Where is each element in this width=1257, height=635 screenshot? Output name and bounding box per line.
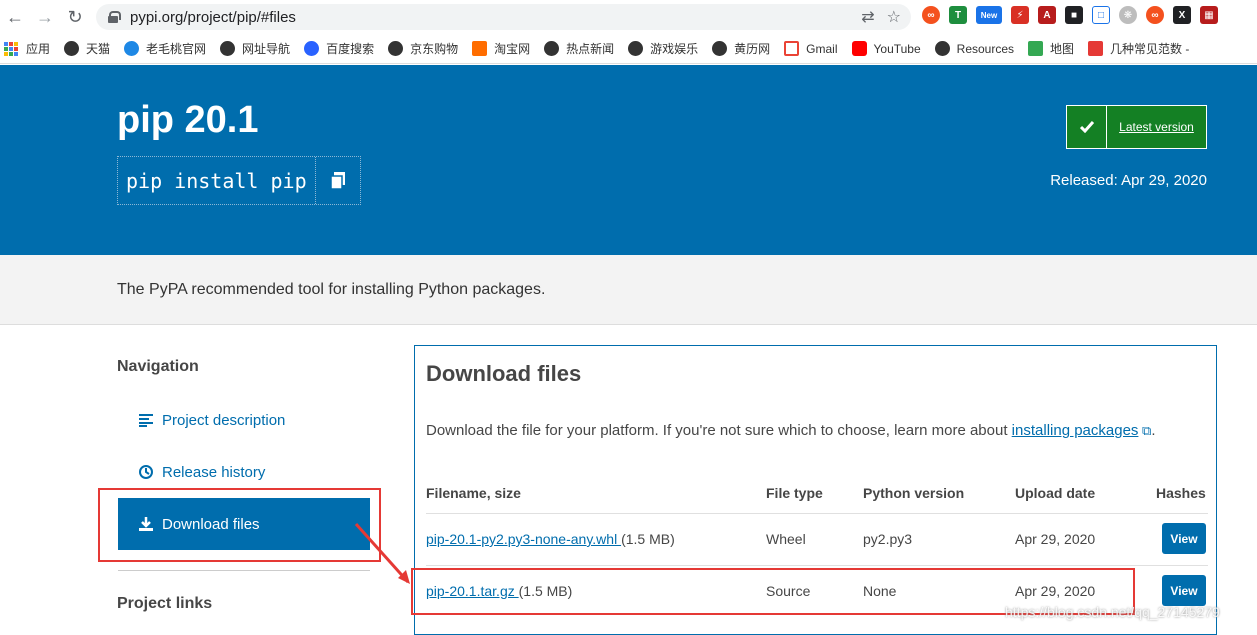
globe-icon [220, 41, 236, 56]
table-divider [426, 513, 1208, 514]
extension-loop-icon[interactable]: ∞ [1146, 6, 1164, 24]
baidu-paw-icon [304, 41, 320, 56]
bookmark-item[interactable]: 网址导航 [220, 40, 290, 57]
forward-arrow-icon[interactable]: → [30, 2, 60, 32]
bookmark-item[interactable]: Resources [934, 41, 1014, 56]
browser-toolbar: ← → ↻ pypi.org/project/pip/#files ⇄ ☆ ∞ … [0, 0, 1257, 34]
col-header-filetype: File type [766, 485, 823, 501]
sidebar-item-label: Release history [162, 463, 266, 481]
package-header: pip 20.1 pip install pip Latest version … [0, 65, 1257, 255]
apps-grid-icon [4, 41, 18, 56]
align-left-icon [134, 413, 158, 427]
bookmark-item[interactable]: 热点新闻 [544, 40, 614, 57]
sidebar-item-label: Project description [162, 411, 286, 429]
col-header-hashes: Hashes [1156, 485, 1206, 501]
upload-date-cell: Apr 29, 2020 [1015, 531, 1096, 547]
python-version-cell: py2.py3 [863, 531, 913, 547]
col-header-upload-date: Upload date [1015, 485, 1096, 501]
copy-icon[interactable] [316, 157, 360, 204]
annotation-arrow-icon [354, 522, 410, 584]
youtube-icon [851, 41, 867, 56]
installing-packages-link[interactable]: installing packages [1012, 422, 1139, 439]
gmail-icon [784, 41, 800, 56]
file-link[interactable]: pip-20.1-py2.py3-none-any.whl [426, 531, 621, 547]
view-hashes-button[interactable]: View [1162, 575, 1206, 606]
table-divider [426, 565, 1208, 566]
extension-icons: ∞ T New ⚡ A ■ □ ❋ ∞ X ▦ [922, 6, 1218, 24]
file-type-cell: Wheel [766, 531, 806, 547]
bookmark-item[interactable]: 淘宝网 [472, 40, 530, 57]
col-header-filename: Filename, size [426, 485, 521, 501]
latest-version-label: Latest version [1119, 120, 1194, 134]
globe-icon [712, 41, 728, 56]
history-icon [134, 464, 158, 480]
download-files-title: Download files [426, 361, 582, 386]
summary-band: The PyPA recommended tool for installing… [0, 255, 1257, 325]
extension-bolt-icon[interactable]: ⚡ [1011, 6, 1029, 24]
bookmark-maps[interactable]: 地图 [1028, 40, 1074, 57]
file-cell: pip-20.1-py2.py3-none-any.whl (1.5 MB) [426, 531, 675, 547]
back-arrow-icon[interactable]: ← [0, 2, 30, 32]
url-text: pypi.org/project/pip/#files [130, 8, 296, 26]
bookmark-gmail[interactable]: Gmail [784, 41, 838, 56]
download-description: Download the file for your platform. If … [426, 422, 1156, 439]
check-icon [1067, 106, 1107, 148]
extension-gear-icon[interactable]: ❋ [1119, 6, 1137, 24]
latest-version-button[interactable]: Latest version [1066, 105, 1207, 149]
pip-command-text: pip install pip [118, 157, 316, 204]
project-links-heading: Project links [117, 595, 213, 612]
globe-icon [64, 41, 80, 56]
jianshu-icon [1088, 41, 1104, 56]
bookmark-youtube[interactable]: YouTube [851, 41, 921, 56]
globe-icon [628, 41, 644, 56]
extension-infinity-icon[interactable]: ∞ [922, 6, 940, 24]
extension-new-icon[interactable]: New [976, 6, 1002, 24]
extension-dark-icon[interactable]: ■ [1065, 6, 1083, 24]
extension-qr-icon[interactable]: ▦ [1200, 6, 1218, 24]
bookmark-item[interactable]: 黄历网 [712, 40, 770, 57]
extension-shield-icon[interactable]: T [949, 6, 967, 24]
bookmark-item[interactable]: 几种常见范数 - [1088, 40, 1189, 57]
star-icon[interactable]: ☆ [887, 7, 901, 27]
annotation-box-sidebar [98, 488, 381, 562]
sidebar-divider [118, 570, 370, 571]
bookmark-item[interactable]: 天猫 [64, 40, 110, 57]
extension-x-icon[interactable]: X [1173, 6, 1191, 24]
sidebar-item-project-description[interactable]: Project description [118, 394, 370, 446]
address-bar[interactable]: pypi.org/project/pip/#files ⇄ ☆ [96, 4, 911, 30]
bookmark-item[interactable]: 游戏娱乐 [628, 40, 698, 57]
bookmark-item[interactable]: 老毛桃官网 [124, 40, 206, 57]
watermark-text: https://blog.csdn.net/qq_27145279 [1005, 604, 1220, 620]
package-title: pip 20.1 [117, 99, 259, 141]
maps-icon [1028, 41, 1044, 56]
translate-icon[interactable]: ⇄ [861, 7, 874, 27]
external-link-icon: ⧉ [1138, 423, 1152, 438]
package-summary: The PyPA recommended tool for installing… [117, 281, 546, 298]
globe-icon [388, 41, 404, 56]
pip-command-box: pip install pip [117, 156, 361, 205]
site-icon [124, 41, 140, 56]
lock-icon [108, 11, 121, 23]
col-header-python-version: Python version [863, 485, 965, 501]
extension-doc-icon[interactable]: □ [1092, 6, 1110, 24]
bookmark-item[interactable]: 百度搜索 [304, 40, 374, 57]
reload-icon[interactable]: ↻ [60, 2, 90, 32]
globe-icon [934, 41, 950, 56]
view-hashes-button[interactable]: View [1162, 523, 1206, 554]
globe-icon [544, 41, 560, 56]
release-date: Released: Apr 29, 2020 [1050, 172, 1207, 189]
bookmarks-bar: 应用 天猫 老毛桃官网 网址导航 百度搜索 京东购物 淘宝网 热点新闻 游戏娱乐… [0, 34, 1257, 64]
bookmark-apps[interactable]: 应用 [4, 40, 50, 57]
taobao-icon [472, 41, 488, 56]
extension-pdf-icon[interactable]: A [1038, 6, 1056, 24]
bookmark-item[interactable]: 京东购物 [388, 40, 458, 57]
sidebar-heading: Navigation [117, 358, 199, 375]
